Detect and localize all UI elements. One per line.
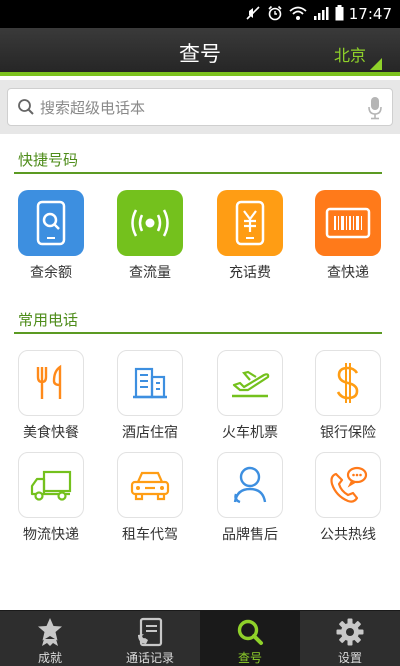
call-log-icon [138,617,163,647]
search-area [0,80,400,134]
alarm-icon [268,5,282,21]
quick-tile[interactable] [315,190,381,256]
quick-section-title: 快捷号码 [18,151,79,169]
tab-label: 设置 [337,651,362,665]
support-person-icon [233,466,267,504]
tab-achievements[interactable]: 成就 [0,611,100,666]
common-item-hotline[interactable]: 公共热线 [308,452,388,544]
tab-label: 通话记录 [125,651,174,665]
quick-item-recharge[interactable]: 充话费 [210,190,290,282]
hotel-icon [133,367,167,399]
common-tile[interactable] [18,350,84,416]
tab-icon-wrap [135,617,165,647]
quick-item-label: 查快递 [327,265,369,281]
gear-icon [336,618,364,646]
city-selector[interactable]: 北京 [334,42,366,66]
common-section-title: 常用电话 [18,311,79,329]
common-item-bank[interactable]: 银行保险 [308,350,388,442]
common-item-label: 银行保险 [320,425,376,441]
status-bar: 17:47 [0,0,400,28]
quick-item-label: 查流量 [129,265,171,281]
search-icon [18,99,34,115]
quick-tile[interactable] [217,190,283,256]
mute-icon [246,6,260,20]
common-item-car-rental[interactable]: 租车代驾 [110,452,190,544]
microphone-icon[interactable] [368,96,382,120]
wifi-icon [289,6,307,20]
title-bar: 查号 北京 [0,28,400,76]
quick-tile[interactable] [18,190,84,256]
common-tile[interactable] [315,452,381,518]
tab-lookup[interactable]: 查号 [200,611,300,666]
section-divider [14,172,382,174]
common-item-logistics[interactable]: 物流快递 [11,452,91,544]
common-item-after-sales[interactable]: 品牌售后 [210,452,290,544]
common-tile[interactable] [117,350,183,416]
phone-yuan-icon [235,200,265,246]
common-tile[interactable] [117,452,183,518]
quick-tile[interactable] [117,190,183,256]
plane-icon [232,370,270,398]
section-divider [14,332,382,334]
star-medal-icon [38,618,62,646]
fork-knife-icon [36,364,62,399]
quick-item-balance[interactable]: 查余额 [11,190,91,282]
quick-item-label: 查余额 [30,265,72,281]
tab-label: 查号 [237,651,262,665]
common-item-hotel[interactable]: 酒店住宿 [110,350,190,442]
truck-icon [30,470,72,501]
common-tile[interactable] [217,452,283,518]
common-tile[interactable] [217,350,283,416]
search-icon [237,619,263,645]
tab-icon-wrap [35,617,65,647]
search-input[interactable] [40,95,340,121]
tab-call-log[interactable]: 通话记录 [100,611,200,666]
hotline-icon [330,466,368,503]
common-item-label: 公共热线 [320,527,376,543]
car-icon [130,471,170,501]
common-tile[interactable] [315,350,381,416]
common-item-food[interactable]: 美食快餐 [11,350,91,442]
common-item-label: 酒店住宿 [122,425,178,441]
status-time: 17:47 [348,5,392,23]
common-item-label: 品牌售后 [222,527,278,543]
phone-search-icon [36,200,66,246]
battery-icon [335,5,344,21]
bottom-navigation: 成就 通话记录 查号 设置 [0,610,400,666]
tab-label: 成就 [37,651,62,665]
common-item-train-flight[interactable]: 火车机票 [210,350,290,442]
city-dropdown-indicator-icon[interactable] [370,58,382,70]
quick-item-express[interactable]: 查快递 [308,190,388,282]
dollar-icon [336,363,359,403]
common-item-label: 火车机票 [222,425,278,441]
common-tile[interactable] [18,452,84,518]
common-item-label: 租车代驾 [122,527,178,543]
search-box[interactable] [7,88,393,126]
common-item-label: 美食快餐 [23,425,79,441]
tab-icon-wrap [235,617,265,647]
tab-settings[interactable]: 设置 [300,611,400,666]
quick-item-traffic[interactable]: 查流量 [110,190,190,282]
signal-bars-icon [314,7,329,20]
quick-item-label: 充话费 [229,265,271,281]
status-icons [245,5,344,21]
tab-icon-wrap [335,617,365,647]
barcode-icon [325,207,371,239]
signal-icon [131,209,169,237]
common-item-label: 物流快递 [23,527,79,543]
